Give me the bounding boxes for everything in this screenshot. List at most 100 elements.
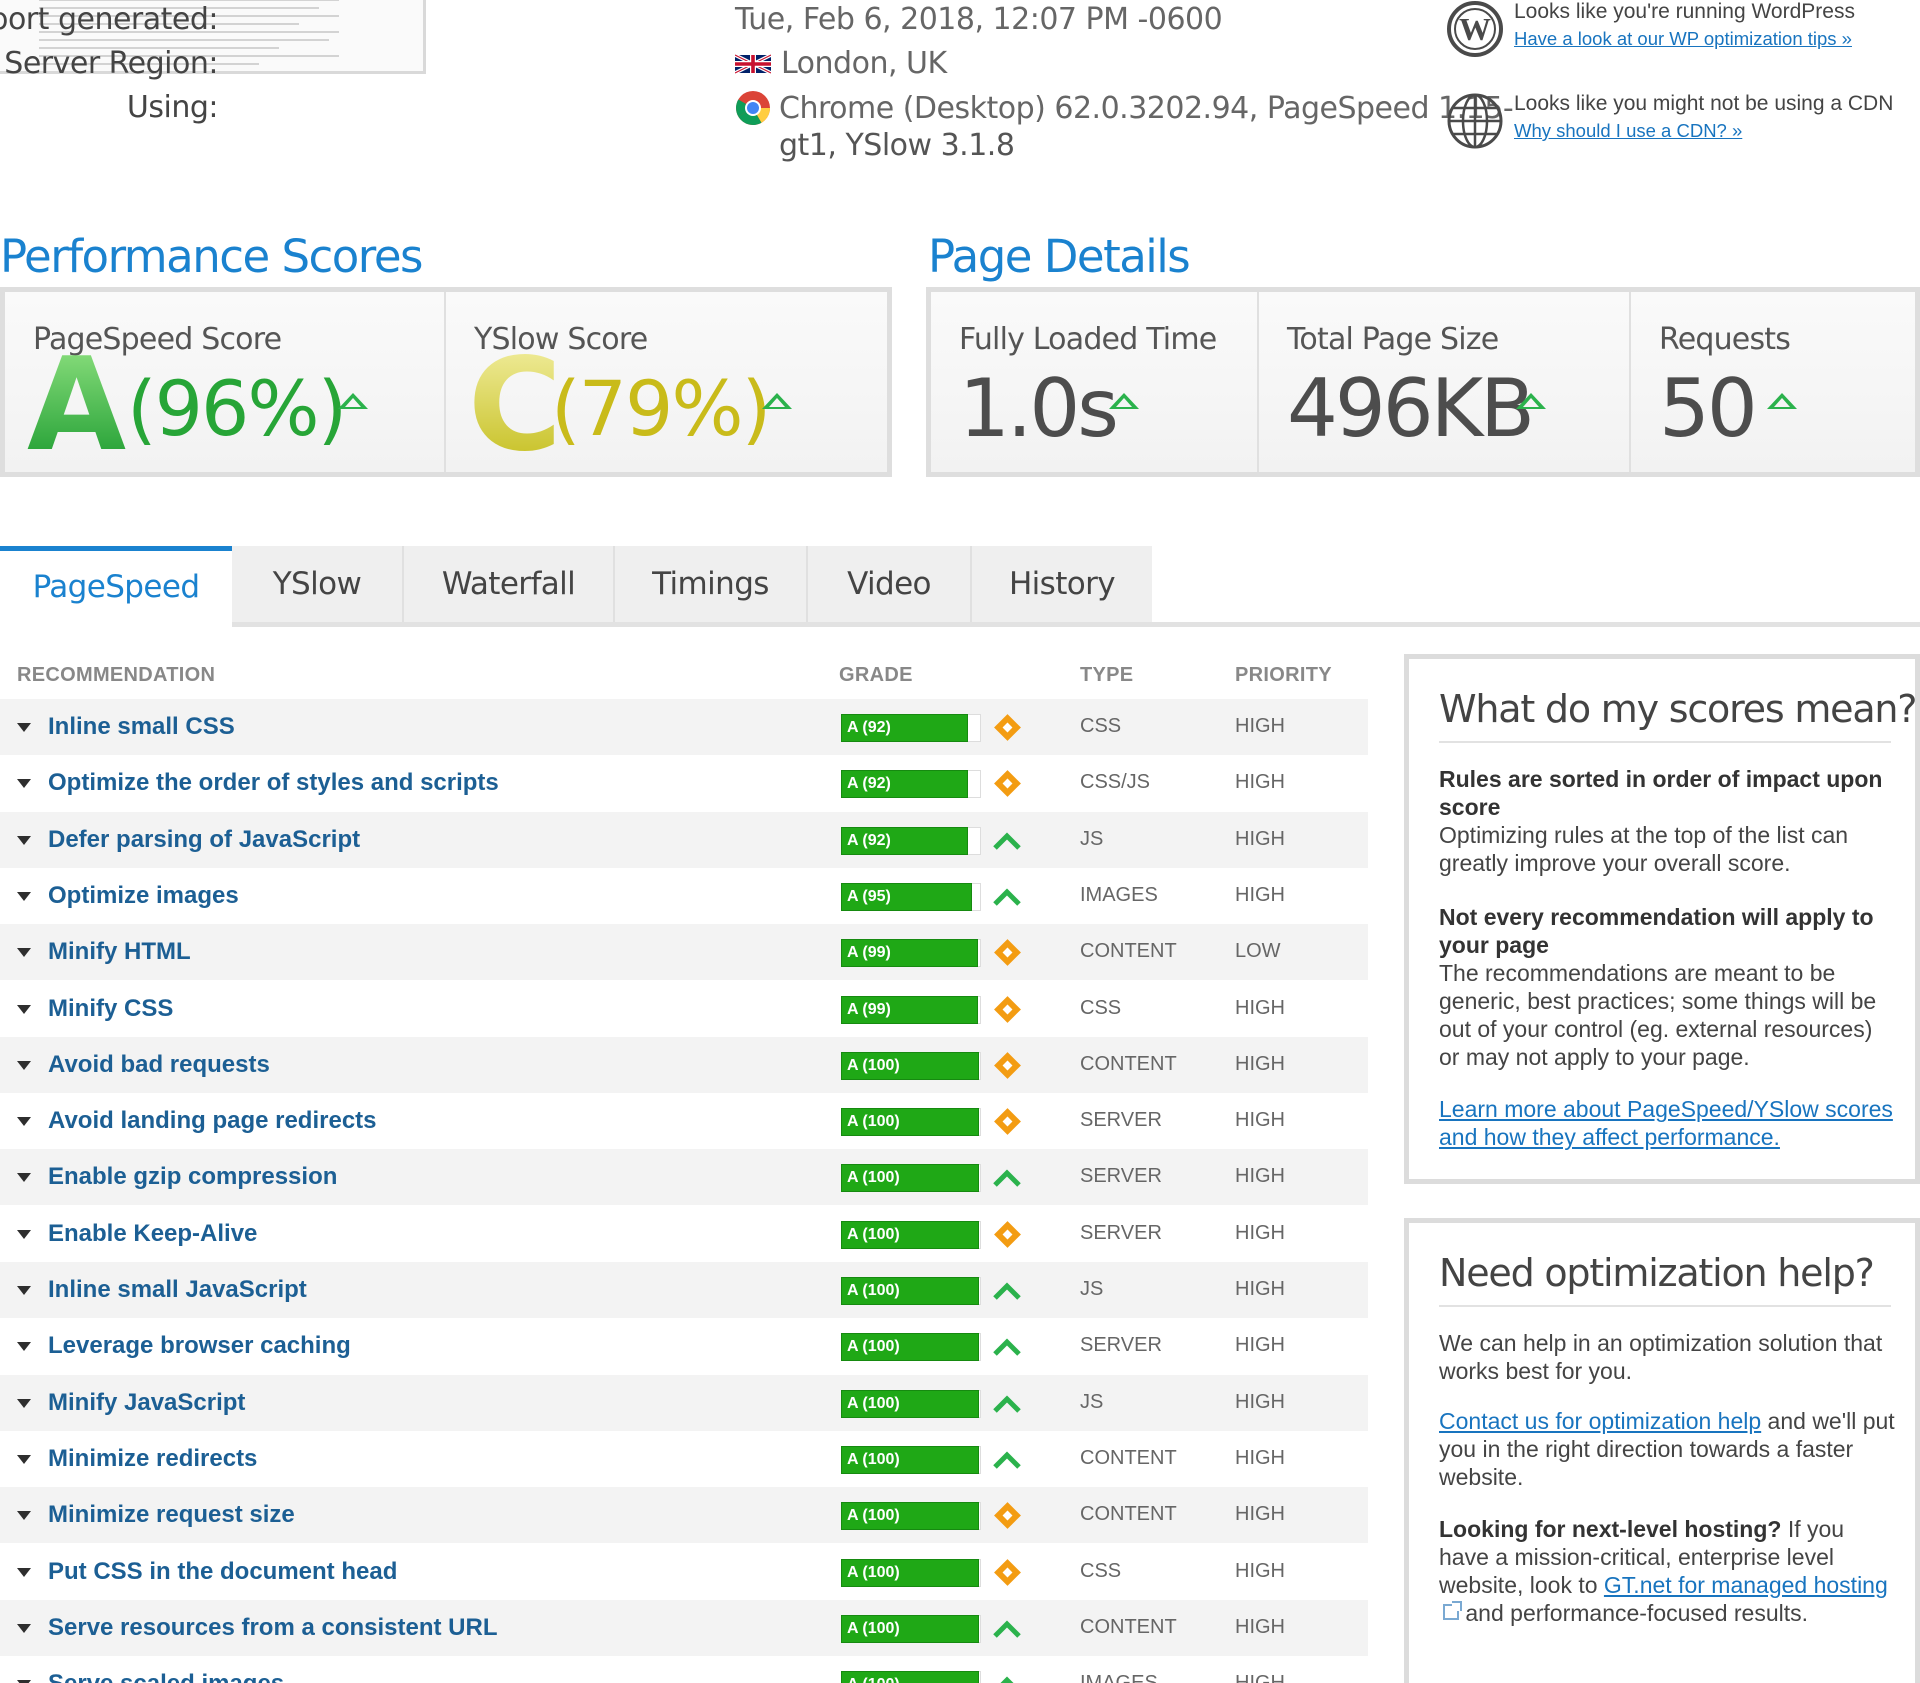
recommendation-name[interactable]: Minify JavaScript	[48, 1389, 245, 1417]
no-change-diamond-icon	[994, 770, 1021, 798]
recommendation-name[interactable]: Inline small JavaScript	[48, 1276, 307, 1304]
why-use-cdn-link[interactable]: Why should I use a CDN? »	[1514, 120, 1742, 141]
table-row[interactable]: Enable gzip compression A (100) SERVER HIGH	[0, 1149, 1368, 1206]
type-column-header[interactable]: TYPE	[1080, 664, 1133, 687]
scores-help-p2-text: The recommendations are meant to be gene…	[1439, 960, 1877, 1070]
table-row[interactable]: Optimize the order of styles and scripts…	[0, 755, 1368, 811]
expand-caret-icon[interactable]	[17, 948, 31, 958]
recommendation-name[interactable]: Serve scaled images	[48, 1670, 284, 1683]
grade-bar: A (100)	[841, 1614, 979, 1643]
recommendation-type: CSS	[1080, 996, 1122, 1019]
recommendation-name[interactable]: Optimize images	[48, 882, 239, 910]
table-row[interactable]: Optimize images A (95) IMAGES HIGH	[0, 868, 1368, 924]
table-row[interactable]: Serve resources from a consistent URL A (…	[0, 1599, 1368, 1656]
tab-history[interactable]: History	[972, 546, 1152, 622]
expand-caret-icon[interactable]	[17, 891, 31, 901]
grade-bar-remainder	[968, 770, 981, 799]
recommendation-priority: HIGH	[1235, 1109, 1285, 1132]
table-row[interactable]: Enable Keep-Alive A (100) SERVER HIGH	[0, 1206, 1368, 1262]
table-row[interactable]: Inline small CSS A (92) CSS HIGH	[0, 699, 1368, 755]
no-change-diamond-icon	[994, 1502, 1021, 1530]
tab-yslow[interactable]: YSlow	[232, 546, 404, 622]
expand-caret-icon[interactable]	[17, 723, 31, 732]
recommendation-type: CSS	[1080, 715, 1122, 737]
expand-caret-icon[interactable]	[17, 1454, 31, 1464]
recommendation-name[interactable]: Serve resources from a consistent URL	[48, 1614, 498, 1642]
recommendation-name[interactable]: Avoid bad requests	[48, 1051, 270, 1079]
table-row[interactable]: Avoid landing page redirects A (100) SERVE…	[0, 1093, 1368, 1149]
recommendation-name[interactable]: Defer parsing of JavaScript	[48, 826, 360, 854]
recommendation-type: CONTENT	[1080, 1446, 1177, 1469]
tab-pagespeed[interactable]: PageSpeed	[0, 546, 232, 630]
grade-bar-remainder	[979, 1051, 981, 1080]
wordpress-icon: W	[1447, 1, 1503, 57]
divider	[1439, 741, 1891, 743]
expand-caret-icon[interactable]	[17, 1511, 31, 1521]
server-region-value-wrap: London, UK	[735, 46, 947, 81]
expand-caret-icon[interactable]	[17, 1398, 31, 1408]
recommendation-priority: HIGH	[1235, 1672, 1285, 1683]
table-row[interactable]: Leverage browser caching A (100) SERVER HIG…	[0, 1318, 1368, 1374]
recommendation-priority: HIGH	[1235, 996, 1285, 1019]
expand-caret-icon[interactable]	[17, 1567, 31, 1577]
recommendation-name[interactable]: Optimize the order of styles and scripts	[48, 769, 499, 797]
expand-caret-icon[interactable]	[17, 1623, 31, 1633]
improved-up-arrow-icon	[993, 1395, 1021, 1413]
recommendation-name[interactable]: Minify CSS	[48, 995, 173, 1023]
table-row[interactable]: Minify HTML A (99) CONTENT LOW	[0, 924, 1368, 981]
expand-caret-icon[interactable]	[17, 1117, 31, 1127]
grade-column-header[interactable]: GRADE	[839, 664, 913, 687]
recommendation-name[interactable]: Enable gzip compression	[48, 1163, 337, 1191]
gt-net-hosting-link[interactable]: GT.net for managed hosting	[1604, 1572, 1888, 1598]
table-row[interactable]: Inline small JavaScript A (100) JS HIGH	[0, 1262, 1368, 1318]
chrome-icon	[736, 91, 770, 125]
expand-caret-icon[interactable]	[17, 835, 31, 845]
table-row[interactable]: Minify JavaScript A (100) JS HIGH	[0, 1374, 1368, 1431]
expand-caret-icon[interactable]	[17, 1342, 31, 1352]
recommendation-priority: HIGH	[1235, 1390, 1285, 1413]
expand-caret-icon[interactable]	[17, 1173, 31, 1183]
recommendation-type: SERVER	[1080, 1334, 1162, 1357]
recommendation-type: CONTENT	[1080, 1503, 1177, 1526]
grade-bar: A (100)	[841, 1220, 979, 1249]
expand-caret-icon[interactable]	[17, 1229, 31, 1239]
requests-cell: Requests 50	[1631, 292, 1915, 472]
expand-caret-icon[interactable]	[17, 779, 31, 789]
table-row[interactable]: Avoid bad requests A (100) CONTENT HIGH	[0, 1036, 1368, 1093]
using-value-line2: gt1, YSlow 3.1.8	[779, 128, 1015, 163]
tab-timings[interactable]: Timings	[615, 546, 808, 622]
recommendation-priority: HIGH	[1235, 1559, 1285, 1582]
expand-caret-icon[interactable]	[17, 1286, 31, 1295]
improved-up-arrow-icon	[993, 1620, 1021, 1638]
table-row[interactable]: Minimize redirects A (100) CONTENT HIGH	[0, 1431, 1368, 1487]
table-row[interactable]: Defer parsing of JavaScript A (92) JS HIGH	[0, 811, 1368, 868]
fully-loaded-label: Fully Loaded Time	[959, 322, 1217, 357]
table-row[interactable]: Minify CSS A (99) CSS HIGH	[0, 981, 1368, 1037]
recommendation-name[interactable]: Minimize request size	[48, 1501, 295, 1529]
table-row[interactable]: Put CSS in the document head A (100) CSS HI…	[0, 1544, 1368, 1600]
tab-video[interactable]: Video	[808, 546, 972, 622]
improved-up-arrow-icon	[1000, 1676, 1014, 1683]
yslow-grade-letter: C	[468, 331, 562, 480]
recommendation-name[interactable]: Put CSS in the document head	[48, 1558, 397, 1586]
learn-more-scores-link[interactable]: Learn more about PageSpeed/YSlow scores …	[1439, 1096, 1893, 1150]
contact-optimization-help-link[interactable]: Contact us for optimization help	[1439, 1408, 1761, 1434]
scores-help-p2-heading: Not every recommendation will apply to y…	[1439, 904, 1874, 958]
recommendation-column-header[interactable]: RECOMMENDATION	[17, 664, 215, 687]
recommendation-name[interactable]: Enable Keep-Alive	[48, 1220, 257, 1248]
recommendation-priority: HIGH	[1235, 827, 1285, 850]
expand-caret-icon[interactable]	[17, 1004, 31, 1014]
recommendation-name[interactable]: Minimize redirects	[48, 1445, 257, 1473]
table-row[interactable]: Serve scaled images A (100) IMAGES HIGH	[0, 1656, 1368, 1683]
optimization-help-title: Need optimization help?	[1439, 1251, 1875, 1295]
wp-optimization-tips-link[interactable]: Have a look at our WP optimization tips …	[1514, 28, 1852, 49]
recommendation-name[interactable]: Leverage browser caching	[48, 1332, 351, 1360]
expand-caret-icon[interactable]	[17, 1060, 31, 1070]
table-row[interactable]: Minimize request size A (100) CONTENT HIGH	[0, 1487, 1368, 1544]
priority-column-header[interactable]: PRIORITY	[1235, 664, 1332, 687]
tab-waterfall[interactable]: Waterfall	[404, 546, 615, 622]
recommendation-name[interactable]: Avoid landing page redirects	[48, 1107, 377, 1135]
optimization-help-box: Need optimization help? We can help in a…	[1404, 1218, 1920, 1683]
recommendation-name[interactable]: Inline small CSS	[48, 713, 235, 741]
recommendation-name[interactable]: Minify HTML	[48, 938, 191, 966]
